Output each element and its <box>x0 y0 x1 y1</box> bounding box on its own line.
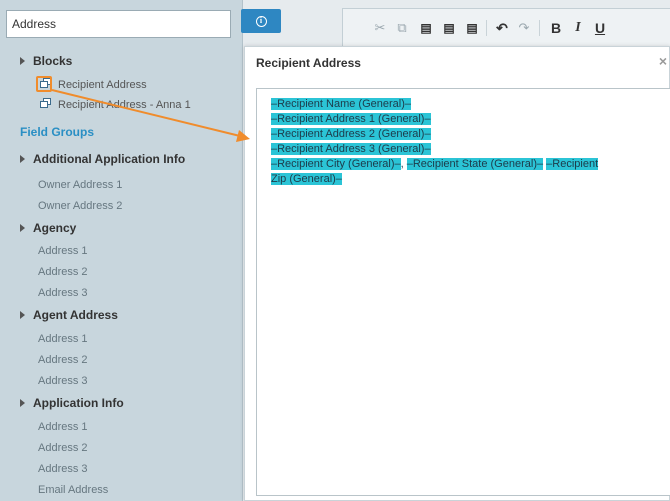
field-item[interactable]: Owner Address 2 <box>38 197 122 215</box>
search-input[interactable] <box>6 10 231 38</box>
field-groups-heading: Field Groups <box>20 125 95 139</box>
bold-icon[interactable]: B <box>547 20 565 36</box>
block-item[interactable]: Recipient Address <box>40 76 147 94</box>
tree-group-application-info[interactable]: Application Info <box>20 394 124 412</box>
redo-icon[interactable]: ↷ <box>515 20 533 36</box>
field-token[interactable]: –Recipient Address 1 (General)– <box>271 113 431 125</box>
block-label: Recipient Address <box>58 79 147 91</box>
comma-text: , <box>400 158 404 170</box>
left-panel: Blocks Recipient Address Recipient Addre… <box>0 0 243 501</box>
field-item[interactable]: Address 2 <box>38 439 88 457</box>
tree-group-agency[interactable]: Agency <box>20 219 76 237</box>
editor-toolbar: ✂ ⧉ ▤ ▤ ▤ ↶ ↷ B I U <box>343 9 670 47</box>
tree-group-blocks[interactable]: Blocks <box>20 52 72 70</box>
underline-icon[interactable]: U <box>591 20 609 36</box>
info-button[interactable]: i <box>241 9 281 33</box>
field-token[interactable]: –Recipient <box>546 158 599 170</box>
recipient-address-dialog: Recipient Address × –Recipient Name (Gen… <box>244 46 670 501</box>
caret-right-icon <box>20 398 25 407</box>
field-item[interactable]: Address 3 <box>38 460 88 478</box>
field-token[interactable]: Zip (General)– <box>271 173 342 185</box>
field-token[interactable]: –Recipient State (General)– <box>406 158 544 170</box>
copy-icon[interactable]: ⧉ <box>393 20 411 36</box>
caret-right-icon <box>20 310 25 319</box>
undo-icon[interactable]: ↶ <box>493 20 511 36</box>
field-item[interactable]: Address 2 <box>38 263 88 281</box>
tree-group-label: Application Info <box>33 396 124 410</box>
tree-group-label: Additional Application Info <box>33 152 186 166</box>
caret-right-icon <box>20 154 25 163</box>
close-icon[interactable]: × <box>659 53 667 69</box>
field-item[interactable]: Address 1 <box>38 330 88 348</box>
address-block-content: –Recipient Name (General)– –Recipient Ad… <box>271 97 666 187</box>
caret-right-icon <box>20 223 25 232</box>
tree-group-label: Blocks <box>33 54 73 68</box>
toolbar-separator <box>539 20 540 36</box>
tree-group-label: Agency <box>33 221 77 235</box>
tree-group-additional-application-info[interactable]: Additional Application Info <box>20 150 185 168</box>
field-token[interactable]: –Recipient Name (General)– <box>271 98 412 110</box>
block-item[interactable]: Recipient Address - Anna 1 <box>40 96 191 114</box>
field-item[interactable]: Address 1 <box>38 242 88 260</box>
tree-group-agent-address[interactable]: Agent Address <box>20 306 118 324</box>
field-token[interactable]: –Recipient Address 2 (General)– <box>271 128 431 140</box>
block-label: Recipient Address - Anna 1 <box>58 99 191 111</box>
paste-text-icon[interactable]: ▤ <box>440 20 458 36</box>
paste-word-icon[interactable]: ▤ <box>463 20 481 36</box>
cut-icon[interactable]: ✂ <box>371 20 389 36</box>
block-icon <box>40 97 52 109</box>
paste-icon[interactable]: ▤ <box>417 20 435 36</box>
tree-group-label: Agent Address <box>33 308 118 322</box>
dialog-editor-body[interactable]: –Recipient Name (General)– –Recipient Ad… <box>256 88 670 496</box>
field-token[interactable]: –Recipient City (General)– <box>271 158 401 170</box>
toolbar-separator <box>486 20 487 36</box>
field-item[interactable]: Address 1 <box>38 418 88 436</box>
caret-right-icon <box>20 56 25 65</box>
field-item[interactable]: Email Address <box>38 481 108 499</box>
italic-icon[interactable]: I <box>569 20 587 36</box>
annotation-highlight-box <box>36 76 52 92</box>
field-token[interactable]: –Recipient Address 3 (General)– <box>271 143 431 155</box>
field-item[interactable]: Owner Address 1 <box>38 176 122 194</box>
info-icon: i <box>255 15 267 27</box>
dialog-title: Recipient Address <box>256 56 361 70</box>
field-item[interactable]: Address 3 <box>38 284 88 302</box>
field-item[interactable]: Address 3 <box>38 372 88 390</box>
field-item[interactable]: Address 2 <box>38 351 88 369</box>
